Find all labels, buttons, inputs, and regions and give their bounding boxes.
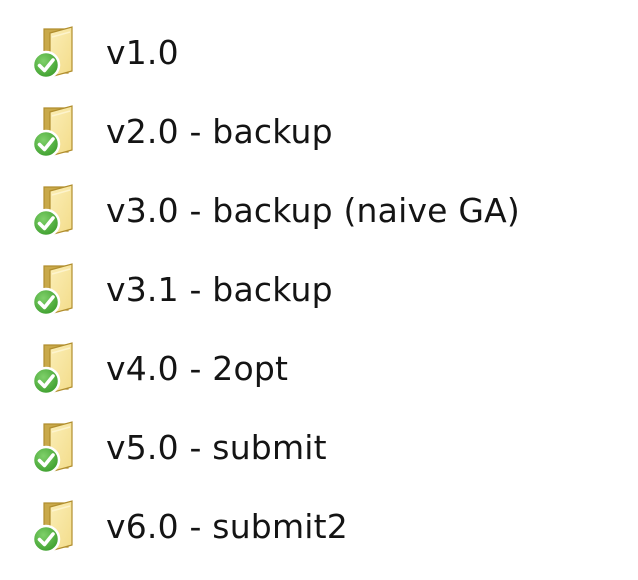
folder-icon <box>28 499 84 555</box>
folder-name: v4.0 - 2opt <box>106 349 289 388</box>
folder-item-v6-0-submit2[interactable]: v6.0 - submit2 <box>28 487 628 566</box>
folder-item-v2-0-backup[interactable]: v2.0 - backup <box>28 92 628 171</box>
folder-item-v3-0-backup-naive-ga[interactable]: v3.0 - backup (naive GA) <box>28 171 628 250</box>
sync-check-icon <box>33 368 59 394</box>
folder-item-v1-0[interactable]: v1.0 <box>28 13 628 92</box>
folder-icon <box>28 420 84 476</box>
folder-name: v5.0 - submit <box>106 428 327 467</box>
sync-check-icon <box>33 52 59 78</box>
sync-check-icon <box>33 526 59 552</box>
folder-list: v1.0 v2.0 - backup v3.0 - backup (naive … <box>28 13 628 566</box>
folder-name: v3.1 - backup <box>106 270 333 309</box>
folder-icon <box>28 25 84 81</box>
sync-check-icon <box>33 447 59 473</box>
folder-name: v6.0 - submit2 <box>106 507 349 546</box>
sync-check-icon <box>33 289 59 315</box>
folder-item-v4-0-2opt[interactable]: v4.0 - 2opt <box>28 329 628 408</box>
folder-item-v5-0-submit[interactable]: v5.0 - submit <box>28 408 628 487</box>
folder-icon <box>28 341 84 397</box>
folder-name: v2.0 - backup <box>106 112 333 151</box>
folder-name: v3.0 - backup (naive GA) <box>106 191 520 230</box>
folder-icon <box>28 183 84 239</box>
folder-icon <box>28 104 84 160</box>
sync-check-icon <box>33 131 59 157</box>
folder-icon <box>28 262 84 318</box>
folder-item-v3-1-backup[interactable]: v3.1 - backup <box>28 250 628 329</box>
sync-check-icon <box>33 210 59 236</box>
folder-name: v1.0 <box>106 33 179 72</box>
